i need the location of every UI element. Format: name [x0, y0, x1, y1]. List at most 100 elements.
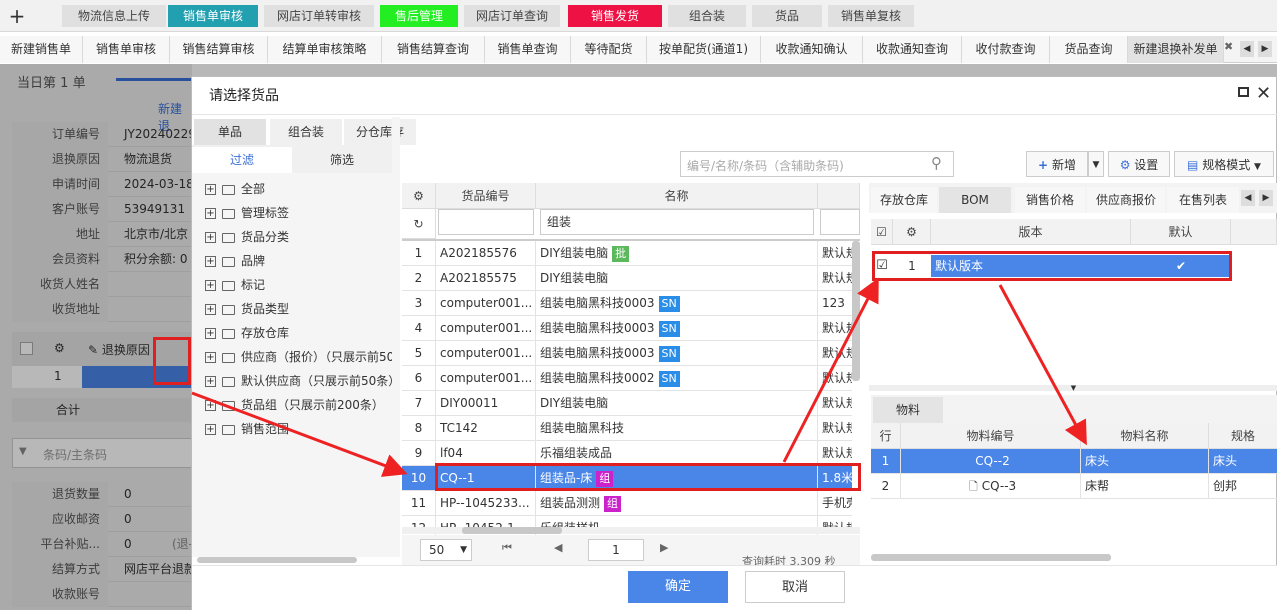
left-tab-1[interactable]: 组合装 — [270, 119, 342, 145]
tab-screen[interactable]: 筛选 — [292, 147, 392, 173]
module-tab-9[interactable]: 收款通知查询 — [863, 36, 962, 63]
add-tab-icon[interactable]: + — [6, 2, 28, 30]
page-number-input[interactable]: 1 — [588, 539, 644, 561]
top-tab-6[interactable]: 组合装 — [668, 5, 746, 27]
material-row[interactable]: 2 🗋 CQ--3 床帮 创邦 — [871, 474, 1277, 499]
expand-icon[interactable]: + — [205, 424, 216, 435]
maximize-icon[interactable] — [1238, 87, 1249, 97]
page-size-select[interactable]: 50 ▼ — [420, 539, 472, 561]
top-tab-2[interactable]: 网店订单转审核 — [264, 5, 374, 27]
bom-row-checkbox[interactable]: ☑ — [871, 255, 893, 277]
bom-version-cell[interactable]: 默认版本 — [931, 255, 1131, 277]
splitter-caret-icon[interactable]: ▼ — [869, 385, 1277, 392]
cancel-button[interactable]: 取消 — [745, 571, 845, 603]
top-tab-1[interactable]: 销售单审核 — [168, 5, 258, 27]
table-row[interactable]: 2A202185575DIY组装电脑默认规 — [402, 266, 852, 291]
expand-icon[interactable]: + — [205, 232, 216, 243]
module-tab-1[interactable]: 销售单审核 — [83, 36, 170, 63]
right-tab-0[interactable]: 存放仓库 — [871, 187, 937, 213]
expand-icon[interactable]: + — [205, 184, 216, 195]
module-tab-6[interactable]: 等待配货 — [571, 36, 647, 63]
confirm-button[interactable]: 确定 — [628, 571, 728, 603]
tab-scroll-right-icon[interactable]: ▶ — [1258, 41, 1272, 57]
search-icon[interactable]: ⚲ — [931, 154, 942, 172]
bom-gear-icon[interactable]: ⚙ — [893, 219, 931, 245]
right-tab-3[interactable]: 供应商报价 — [1087, 187, 1165, 213]
spec-mode-button[interactable]: ▤ 规格模式 ▼ — [1174, 151, 1274, 177]
refresh-icon[interactable]: ↻ — [402, 209, 436, 239]
expand-icon[interactable]: + — [205, 256, 216, 267]
module-tab-3[interactable]: 结算单审核策略 — [268, 36, 382, 63]
grid-vscrollbar[interactable] — [852, 241, 860, 381]
bom-header-check[interactable]: ☑ — [871, 219, 893, 245]
tree-node[interactable]: + 供应商（报价）（只展示前50 — [205, 345, 394, 369]
tree-node[interactable]: + 默认供应商（只展示前50条） — [205, 369, 400, 393]
right-tab-scroll-right-icon[interactable]: ▶ — [1259, 190, 1273, 206]
module-tab-5[interactable]: 销售单查询 — [485, 36, 571, 63]
filter-code-input[interactable] — [438, 209, 534, 235]
module-tab-2[interactable]: 销售结算审核 — [170, 36, 268, 63]
settings-button[interactable]: ⚙ 设置 — [1108, 151, 1170, 177]
module-tab-8[interactable]: 收款通知确认 — [761, 36, 863, 63]
filter-name-input[interactable]: 组装 — [540, 209, 814, 235]
expand-icon[interactable]: + — [205, 352, 216, 363]
material-row[interactable]: 1 CQ--2 床头 床头 — [871, 449, 1277, 474]
tree-node[interactable]: + 品牌 — [205, 249, 265, 273]
table-row[interactable]: 4computer001...组装电脑黑科技0003SN默认规 — [402, 316, 852, 341]
prev-page-icon[interactable]: ◀ — [554, 541, 562, 554]
module-tab-12[interactable]: 新建退换补发单 — [1128, 36, 1224, 63]
first-page-icon[interactable]: ⏮ — [502, 541, 512, 555]
tree-node[interactable]: + 销售范围 — [205, 417, 289, 441]
table-row[interactable]: 11HP--1045233...组装品测测组手机壳 — [402, 491, 852, 516]
material-hscrollbar[interactable] — [871, 554, 1111, 561]
top-tab-0[interactable]: 物流信息上传 — [62, 5, 166, 27]
left-tab-2[interactable]: 分仓库存 — [344, 119, 416, 145]
module-tab-7[interactable]: 按单配货(通道1) — [647, 36, 761, 63]
next-page-icon[interactable]: ▶ — [660, 541, 668, 554]
top-tab-5[interactable]: 销售发货 — [568, 5, 662, 27]
expand-icon[interactable]: + — [205, 328, 216, 339]
tree-hscrollbar[interactable] — [197, 557, 357, 563]
close-icon[interactable]: ✕ — [1256, 83, 1271, 104]
top-tab-7[interactable]: 货品 — [752, 5, 822, 27]
table-row[interactable]: 9lf04乐福组装成品默认规 — [402, 441, 852, 466]
tab-scroll-left-icon[interactable]: ◀ — [1240, 41, 1254, 57]
expand-icon[interactable]: + — [205, 376, 216, 387]
table-row[interactable]: 7DIY00011DIY组装电脑默认规 — [402, 391, 852, 416]
right-tab-2[interactable]: 销售价格 — [1015, 187, 1085, 213]
tree-node[interactable]: + 管理标签 — [205, 201, 289, 225]
tab-filter[interactable]: 过滤 — [192, 147, 292, 173]
top-tab-4[interactable]: 网店订单查询 — [464, 5, 560, 27]
goods-search-input[interactable]: 编号/名称/条码（含辅助条码) ⚲ — [680, 151, 954, 177]
grid-settings-gear-icon[interactable]: ⚙ — [402, 183, 436, 209]
right-tab-4[interactable]: 在售列表 — [1167, 187, 1239, 213]
module-tab-4[interactable]: 销售结算查询 — [382, 36, 485, 63]
table-row[interactable]: 1A202185576DIY组装电脑批默认规 — [402, 241, 852, 266]
tree-node[interactable]: + 货品分类 — [205, 225, 289, 249]
right-tab-scroll-left-icon[interactable]: ◀ — [1241, 190, 1255, 206]
left-tab-0[interactable]: 单品 — [194, 119, 266, 145]
right-tab-1[interactable]: BOM — [939, 187, 1011, 213]
tree-node[interactable]: + 货品类型 — [205, 297, 289, 321]
grid-hscrollbar[interactable] — [462, 527, 562, 534]
tab-material[interactable]: 物料 — [873, 397, 943, 423]
table-row[interactable]: 5computer001...组装电脑黑科技0003SN默认规 — [402, 341, 852, 366]
tree-node[interactable]: + 标记 — [205, 273, 265, 297]
top-tab-8[interactable]: 销售单复核 — [828, 5, 914, 27]
expand-icon[interactable]: + — [205, 208, 216, 219]
table-row[interactable]: 8TC142组装电脑黑科技默认规 — [402, 416, 852, 441]
filter-spec-input[interactable] — [820, 209, 860, 235]
expand-icon[interactable]: + — [205, 280, 216, 291]
tree-node[interactable]: + 货品组（只展示前200条） — [205, 393, 384, 417]
table-row[interactable]: 3 computer001... 组装电脑黑科技0003 SN 123 — [402, 291, 852, 316]
module-tab-0[interactable]: 新建销售单 — [0, 36, 83, 63]
table-row[interactable]: 10 CQ--1 组装品-床组 1.8米 — [402, 466, 852, 491]
top-tab-3[interactable]: 售后管理 — [380, 5, 458, 27]
tree-node[interactable]: + 存放仓库 — [205, 321, 289, 345]
tree-node[interactable]: + 全部 — [205, 177, 265, 201]
module-tab-11[interactable]: 货品查询 — [1050, 36, 1128, 63]
module-tab-10[interactable]: 收付款查询 — [962, 36, 1050, 63]
new-button[interactable]: + 新增 — [1026, 151, 1088, 177]
expand-icon[interactable]: + — [205, 400, 216, 411]
expand-icon[interactable]: + — [205, 304, 216, 315]
